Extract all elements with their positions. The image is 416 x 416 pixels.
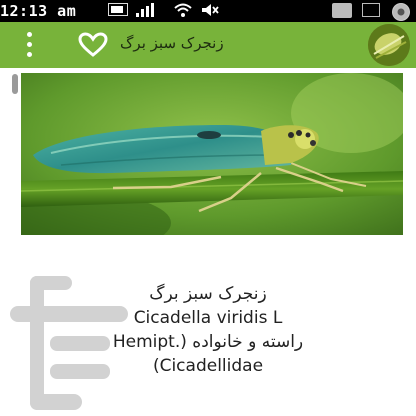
green-leafhopper-photo (21, 73, 403, 235)
battery-icon (108, 3, 128, 16)
wifi-icon (174, 3, 192, 17)
page-title: زنجرک سبز برگ (120, 34, 224, 52)
app-thumbnail[interactable] (368, 24, 410, 66)
mute-icon (200, 3, 220, 17)
signal-icon (136, 3, 154, 17)
gallery-icon (332, 3, 352, 18)
status-bar: 12:13 am (0, 0, 416, 22)
app-icon (362, 3, 380, 17)
cafebazaar-logo (10, 276, 128, 410)
scrollbar[interactable] (12, 74, 18, 94)
status-time: 12:13 am (0, 2, 77, 20)
app-bar: زنجرک سبز برگ (0, 22, 416, 68)
heart-outline-icon[interactable] (78, 32, 108, 58)
more-vertical-icon[interactable] (20, 30, 40, 60)
chrome-icon (392, 3, 410, 21)
